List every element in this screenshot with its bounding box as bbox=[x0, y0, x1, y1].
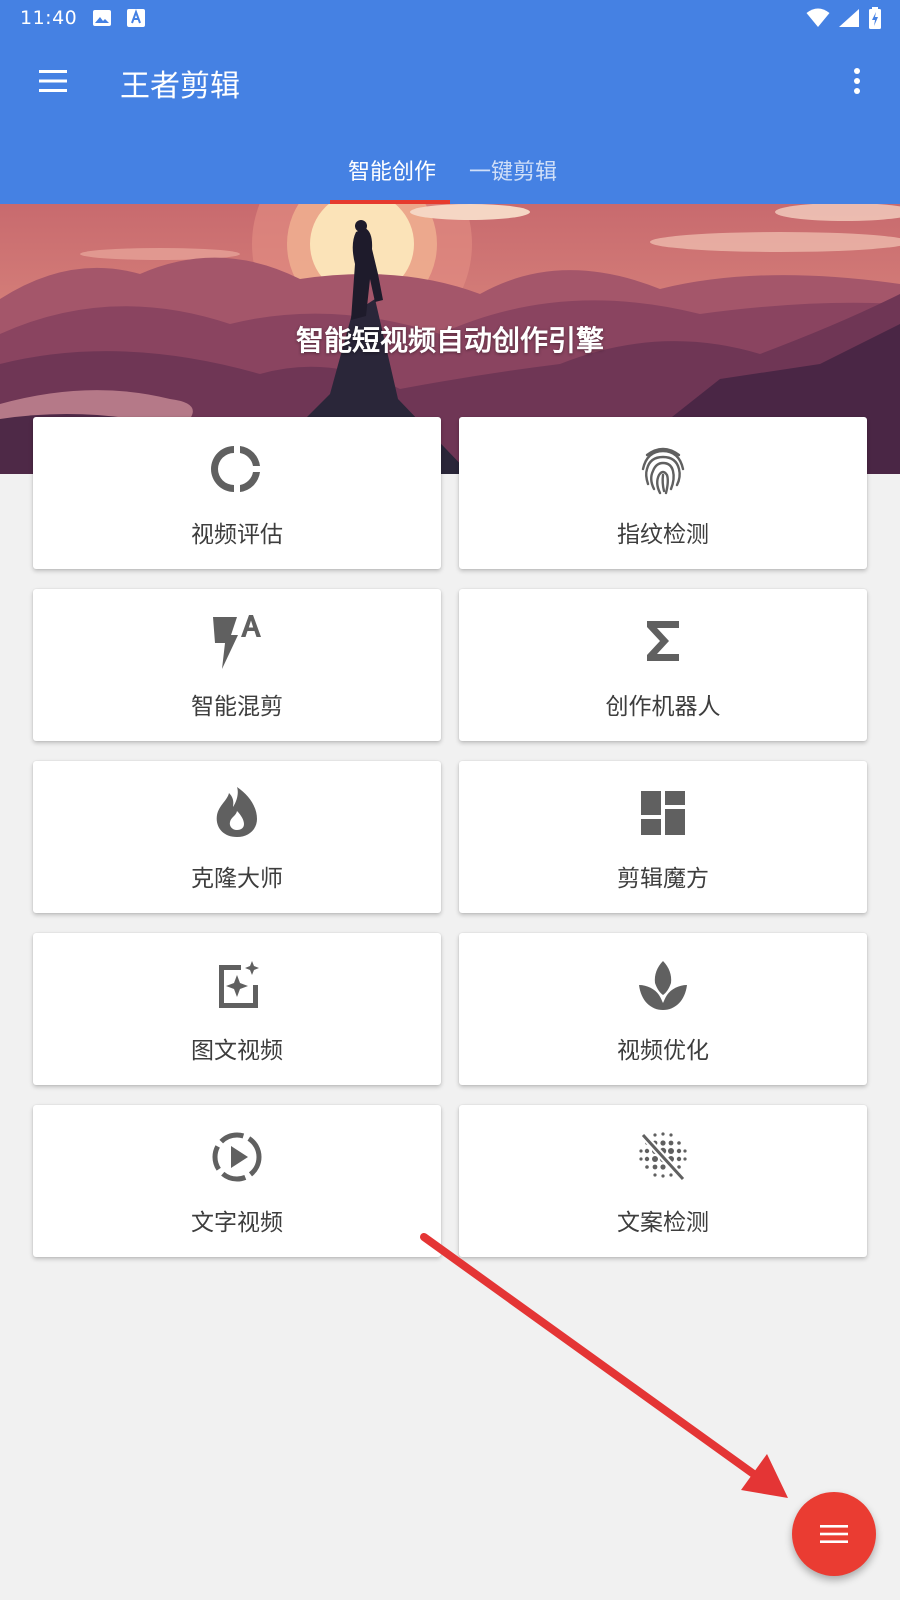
card-editing-cube[interactable]: 剪辑魔方 bbox=[459, 761, 867, 913]
navigation-menu-button[interactable] bbox=[30, 58, 76, 104]
banner-caption: 智能短视频自动创作引擎 bbox=[295, 324, 604, 357]
card-video-optimization[interactable]: 视频优化 bbox=[459, 933, 867, 1085]
tab-one-click-edit[interactable]: 一键剪辑 bbox=[469, 154, 557, 186]
blur-off-icon bbox=[639, 1132, 687, 1182]
gallery-notification-icon bbox=[93, 10, 111, 26]
card-copywriting-detection[interactable]: 文案检测 bbox=[459, 1105, 867, 1257]
card-text-video[interactable]: 文字视频 bbox=[33, 1105, 441, 1257]
card-creation-robot[interactable]: 创作机器人 bbox=[459, 589, 867, 741]
flame-icon bbox=[216, 787, 257, 837]
card-label: 剪辑魔方 bbox=[617, 866, 709, 892]
menu-lines-icon bbox=[820, 1525, 848, 1543]
app-title: 王者剪辑 bbox=[120, 69, 240, 104]
lotus-icon bbox=[639, 961, 687, 1010]
image-sparkle-icon bbox=[219, 961, 259, 1008]
wifi-icon bbox=[806, 8, 830, 27]
dashboard-grid-icon bbox=[641, 791, 685, 835]
floating-menu-button[interactable] bbox=[792, 1492, 876, 1576]
card-label: 视频优化 bbox=[617, 1038, 709, 1064]
card-label: 指纹检测 bbox=[617, 522, 709, 548]
card-label: 图文视频 bbox=[191, 1038, 283, 1064]
card-smart-remix[interactable]: 智能混剪 bbox=[33, 589, 441, 741]
app-notification-icon bbox=[127, 9, 145, 27]
fingerprint-icon bbox=[641, 447, 685, 495]
sigma-icon bbox=[647, 621, 679, 661]
play-circle-dashed-icon bbox=[212, 1132, 262, 1182]
more-options-button[interactable] bbox=[842, 58, 872, 104]
card-clone-master[interactable]: 克隆大师 bbox=[33, 761, 441, 913]
card-label: 克隆大师 bbox=[191, 866, 283, 892]
card-label: 文案检测 bbox=[617, 1210, 709, 1236]
app-bar: 王者剪辑 bbox=[0, 36, 900, 128]
donut-chart-icon bbox=[211, 446, 260, 492]
more-vert-icon bbox=[854, 68, 860, 94]
card-label: 视频评估 bbox=[191, 522, 283, 548]
signal-icon bbox=[839, 9, 859, 27]
card-image-text-video[interactable]: 图文视频 bbox=[33, 933, 441, 1085]
card-label: 智能混剪 bbox=[191, 694, 283, 720]
status-system-icons bbox=[806, 7, 882, 29]
card-label: 文字视频 bbox=[191, 1210, 283, 1236]
card-fingerprint-detection[interactable]: 指纹检测 bbox=[459, 417, 867, 569]
status-time: 11:40 bbox=[20, 7, 78, 29]
hamburger-menu-icon bbox=[39, 70, 67, 92]
tab-bar: 智能创作 一键剪辑 bbox=[0, 128, 900, 204]
tab-smart-creation[interactable]: 智能创作 bbox=[348, 154, 436, 186]
battery-icon bbox=[869, 7, 881, 29]
status-bar: 11:40 bbox=[0, 0, 900, 36]
flash-auto-icon bbox=[213, 615, 261, 669]
card-video-evaluation[interactable]: 视频评估 bbox=[33, 417, 441, 569]
status-notification-icons bbox=[92, 8, 146, 28]
card-label: 创作机器人 bbox=[605, 694, 721, 720]
